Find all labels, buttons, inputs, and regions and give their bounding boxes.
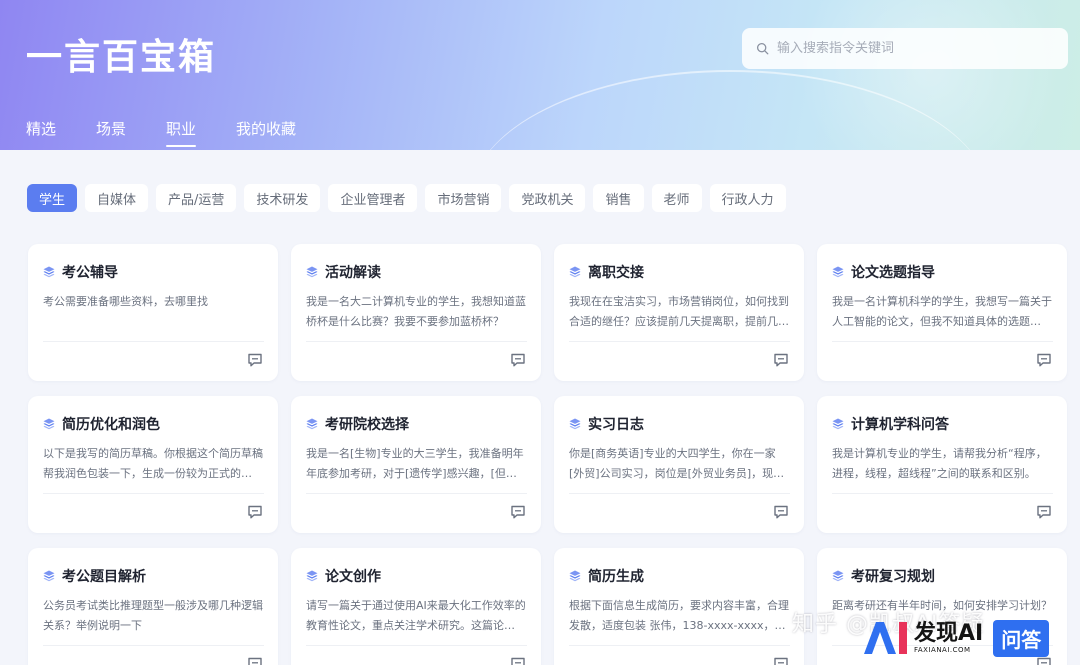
app-title: 一言百宝箱 <box>26 37 217 78</box>
card-description: 公务员考试类比推理题型一般涉及哪几种逻辑关系？举例说明一下 <box>43 599 263 632</box>
category-chip-hr-admin[interactable]: 行政人力 <box>709 184 786 212</box>
card-title: 简历生成 <box>588 569 644 585</box>
card-title: 离职交接 <box>588 265 644 281</box>
faxianai-badge: 发现AI FAXIANAI.COM 问答 <box>862 616 1072 660</box>
card-title: 简历优化和润色 <box>62 417 160 433</box>
badge-title: 发现AI <box>914 621 984 646</box>
chat-icon[interactable] <box>509 503 527 521</box>
card-divider <box>306 493 527 494</box>
card-title: 考公题目解析 <box>62 569 146 585</box>
category-chip-self-media[interactable]: 自媒体 <box>85 184 149 212</box>
layers-icon <box>569 418 581 430</box>
chat-icon[interactable] <box>246 351 264 369</box>
layers-icon <box>569 266 581 278</box>
card-description: 我是一名[生物]专业的大三学生，我准备明年年底参加考研，对于[遗传学]感兴趣，[… <box>306 447 524 480</box>
prompt-card-2[interactable]: 活动解读 我是一名大二计算机专业的学生，我想知道蓝桥杯是什么比赛？我要不要参加蓝… <box>291 244 541 381</box>
card-divider <box>832 341 1053 342</box>
card-title: 计算机学科问答 <box>851 417 949 433</box>
chat-icon[interactable] <box>509 351 527 369</box>
header-banner: 一言百宝箱 精选 场景 职业 我的收藏 <box>0 0 1080 150</box>
card-divider <box>43 493 264 494</box>
category-chip-government[interactable]: 党政机关 <box>509 184 586 212</box>
category-chip-teacher[interactable]: 老师 <box>651 184 702 212</box>
category-chip-product-ops[interactable]: 产品/运营 <box>156 184 237 212</box>
layers-icon <box>832 418 844 430</box>
card-divider <box>569 493 790 494</box>
layers-icon <box>569 570 581 582</box>
card-description: 我是计算机专业的学生，请帮我分析“程序，进程，线程，超线程”之间的联系和区别。 <box>832 447 1047 480</box>
badge-qa-label: 问答 <box>993 619 1050 657</box>
card-divider <box>832 493 1053 494</box>
card-title: 实习日志 <box>588 417 644 433</box>
nav-tab-favorites[interactable]: 我的收藏 <box>236 118 296 147</box>
card-divider <box>569 341 790 342</box>
main-nav: 精选 场景 职业 我的收藏 <box>26 118 336 147</box>
prompt-card-8[interactable]: 计算机学科问答 我是计算机专业的学生，请帮我分析“程序，进程，线程，超线程”之间… <box>817 396 1067 533</box>
card-description: 以下是我写的简历草稿。你根据这个简历草稿帮我润色包装一下，生成一份较为正式的… <box>43 447 263 480</box>
nav-tab-featured[interactable]: 精选 <box>26 118 56 147</box>
card-description: 考公需要准备哪些资料，去哪里找 <box>43 295 208 308</box>
chat-icon[interactable] <box>246 503 264 521</box>
card-description: 请写一篇关于通过使用AI来最大化工作效率的教育性论文，重点关注学术研究。这篇论… <box>306 599 526 632</box>
prompt-card-9[interactable]: 考公题目解析 公务员考试类比推理题型一般涉及哪几种逻辑关系？举例说明一下 <box>28 548 278 665</box>
prompt-card-6[interactable]: 考研院校选择 我是一名[生物]专业的大三学生，我准备明年年底参加考研，对于[遗传… <box>291 396 541 533</box>
card-divider <box>306 645 527 646</box>
chat-icon[interactable] <box>772 351 790 369</box>
category-filter-bar: 学生 自媒体 产品/运营 技术研发 企业管理者 市场营销 党政机关 销售 老师 … <box>27 184 794 212</box>
card-divider <box>43 645 264 646</box>
chat-icon[interactable] <box>772 655 790 665</box>
card-divider <box>569 645 790 646</box>
card-title: 论文创作 <box>325 569 381 585</box>
card-divider <box>306 341 527 342</box>
search-input[interactable] <box>777 41 1037 56</box>
card-description: 根据下面信息生成简历，要求内容丰富，合理发散，适度包装 张伟，138-xxxx-… <box>569 599 789 632</box>
card-description: 我现在在宝洁实习，市场营销岗位，如何找到合适的继任？应该提前几天提离职，提前几… <box>569 295 789 328</box>
search-icon <box>756 42 769 55</box>
prompt-card-3[interactable]: 离职交接 我现在在宝洁实习，市场营销岗位，如何找到合适的继任？应该提前几天提离职… <box>554 244 804 381</box>
nav-tab-scenes[interactable]: 场景 <box>96 118 126 147</box>
category-chip-sales[interactable]: 销售 <box>593 184 644 212</box>
category-chip-manager[interactable]: 企业管理者 <box>328 184 418 212</box>
layers-icon <box>43 418 55 430</box>
card-title: 考研复习规划 <box>851 569 935 585</box>
chat-icon[interactable] <box>1035 503 1053 521</box>
badge-domain: FAXIANAI.COM <box>914 646 971 654</box>
layers-icon <box>832 266 844 278</box>
chat-icon[interactable] <box>772 503 790 521</box>
prompt-card-5[interactable]: 简历优化和润色 以下是我写的简历草稿。你根据这个简历草稿帮我润色包装一下，生成一… <box>28 396 278 533</box>
chat-icon[interactable] <box>246 655 264 665</box>
prompt-card-11[interactable]: 简历生成 根据下面信息生成简历，要求内容丰富，合理发散，适度包装 张伟，138-… <box>554 548 804 665</box>
card-title: 活动解读 <box>325 265 381 281</box>
nav-tab-profession[interactable]: 职业 <box>166 118 197 147</box>
layers-icon <box>306 570 318 582</box>
chat-icon[interactable] <box>1035 351 1053 369</box>
category-chip-tech-rd[interactable]: 技术研发 <box>244 184 321 212</box>
card-title: 考公辅导 <box>62 265 118 281</box>
layers-icon <box>306 418 318 430</box>
card-description: 我是一名大二计算机专业的学生，我想知道蓝桥杯是什么比赛？我要不要参加蓝桥杯？ <box>306 295 526 328</box>
category-chip-marketing[interactable]: 市场营销 <box>425 184 502 212</box>
prompt-card-7[interactable]: 实习日志 你是[商务英语]专业的大四学生，你在一家[外贸]公司实习，岗位是[外贸… <box>554 396 804 533</box>
search-box[interactable] <box>742 28 1068 69</box>
prompt-card-1[interactable]: 考公辅导 考公需要准备哪些资料，去哪里找 <box>28 244 278 381</box>
card-description: 你是[商务英语]专业的大四学生，你在一家[外贸]公司实习，岗位是[外贸业务员]，… <box>569 447 785 480</box>
prompt-card-grid: 考公辅导 考公需要准备哪些资料，去哪里找 活动解读 我是一名大二计算机专业的学生… <box>28 244 1067 665</box>
category-chip-student[interactable]: 学生 <box>27 184 78 212</box>
card-title: 考研院校选择 <box>325 417 409 433</box>
layers-icon <box>832 570 844 582</box>
layers-icon <box>43 570 55 582</box>
prompt-card-4[interactable]: 论文选题指导 我是一名计算机科学的学生，我想写一篇关于人工智能的论文，但我不知道… <box>817 244 1067 381</box>
layers-icon <box>43 266 55 278</box>
prompt-card-10[interactable]: 论文创作 请写一篇关于通过使用AI来最大化工作效率的教育性论文，重点关注学术研究… <box>291 548 541 665</box>
card-divider <box>43 341 264 342</box>
card-title: 论文选题指导 <box>851 265 935 281</box>
card-description: 我是一名计算机科学的学生，我想写一篇关于人工智能的论文，但我不知道具体的选题… <box>832 295 1052 328</box>
layers-icon <box>306 266 318 278</box>
chat-icon[interactable] <box>509 655 527 665</box>
ai-logo-icon <box>864 622 907 654</box>
